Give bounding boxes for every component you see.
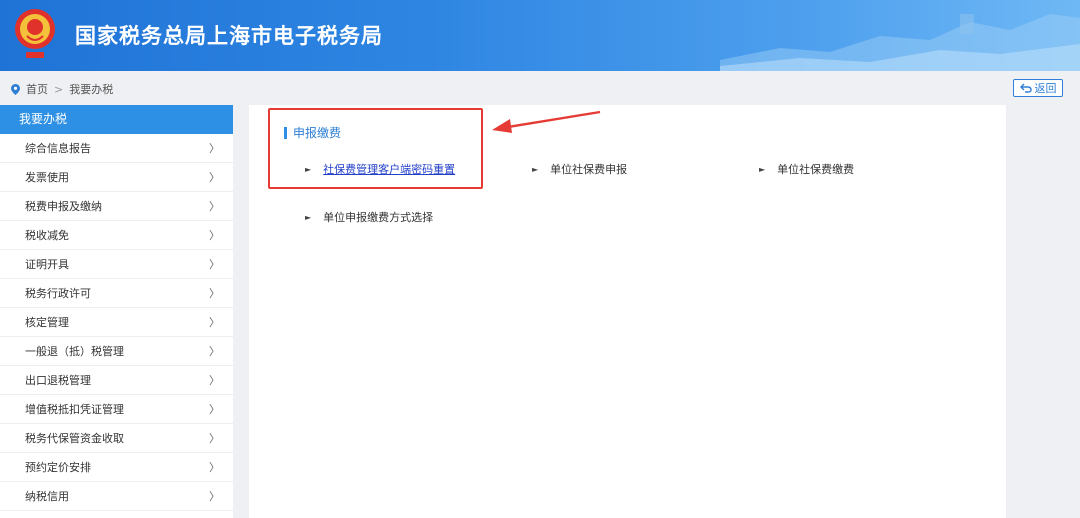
sidebar-item-assessment[interactable]: 核定管理 〉	[0, 308, 233, 337]
sidebar-item-label: 核定管理	[25, 316, 69, 329]
chevron-right-icon: 〉	[209, 316, 220, 329]
section-title: 申报缴费	[284, 124, 341, 141]
bullet-icon: ►	[532, 164, 539, 174]
section-title-bar	[284, 126, 287, 139]
sidebar-item-label: 税费申报及缴纳	[25, 200, 102, 213]
annotation-arrow-icon	[492, 110, 601, 133]
link-label: 社保费管理客户端密码重置	[323, 163, 456, 176]
return-arrow-icon	[1019, 83, 1032, 93]
breadcrumb-current: 我要办税	[69, 83, 114, 96]
national-emblem-icon	[15, 9, 55, 58]
sidebar-item-certificate[interactable]: 证明开具 〉	[0, 250, 233, 279]
link-label: 单位社保费申报	[550, 163, 628, 176]
location-pin-icon	[11, 83, 20, 95]
sidebar-item-tax-relief[interactable]: 税收减免 〉	[0, 221, 233, 250]
link-unit-social-security-payment[interactable]: ► 单位社保费缴费	[759, 161, 854, 177]
sidebar-item-label: 税收减免	[25, 229, 69, 242]
sidebar-item-comprehensive-info[interactable]: 综合信息报告 〉	[0, 134, 233, 163]
chevron-right-icon: 〉	[209, 461, 220, 474]
great-wall-decoration	[720, 14, 1080, 71]
bullet-icon: ►	[759, 164, 766, 174]
breadcrumb-home-link[interactable]: 首页	[26, 81, 48, 97]
link-unit-payment-method-selection[interactable]: ► 单位申报缴费方式选择	[305, 209, 433, 225]
chevron-right-icon: 〉	[209, 200, 220, 213]
breadcrumb: 首页 > 我要办税	[11, 81, 113, 97]
chevron-right-icon: 〉	[209, 142, 220, 155]
chevron-right-icon: 〉	[209, 258, 220, 271]
sidebar-item-tax-refund[interactable]: 一般退（抵）税管理 〉	[0, 337, 233, 366]
sidebar-item-label: 增值税抵扣凭证管理	[25, 403, 124, 416]
section-title-text: 申报缴费	[293, 126, 342, 140]
site-header: 国家税务总局上海市电子税务局	[0, 0, 1080, 71]
sidebar-header[interactable]: 我要办税	[0, 105, 233, 134]
link-unit-social-security-filing[interactable]: ► 单位社保费申报	[532, 161, 627, 177]
breadcrumb-bar: 首页 > 我要办税 返回	[0, 71, 1080, 105]
sidebar-item-custody-funds[interactable]: 税务代保管资金收取 〉	[0, 424, 233, 453]
sidebar-item-label: 税务代保管资金收取	[25, 432, 124, 445]
sidebar-item-vat-deduction[interactable]: 增值税抵扣凭证管理 〉	[0, 395, 233, 424]
sidebar-item-label: 预约定价安排	[25, 461, 91, 474]
chevron-right-icon: 〉	[209, 374, 220, 387]
sidebar-item-tax-filing[interactable]: 税费申报及缴纳 〉	[0, 192, 233, 221]
content-panel: 申报缴费 ► 社保费管理客户端密码重置 ► 单位社保费申报 ► 单位社保费缴费 …	[249, 105, 1006, 518]
chevron-right-icon: 〉	[209, 287, 220, 300]
link-label: 单位申报缴费方式选择	[323, 211, 434, 224]
sidebar-item-label: 一般退（抵）税管理	[25, 345, 124, 358]
chevron-right-icon: 〉	[209, 432, 220, 445]
sidebar-item-admin-license[interactable]: 税务行政许可 〉	[0, 279, 233, 308]
chevron-right-icon: 〉	[209, 403, 220, 416]
chevron-right-icon: 〉	[209, 171, 220, 184]
sidebar: 我要办税 综合信息报告〉 发票使用〉 税费申报及缴纳〉 税收减免〉 证明开具〉 …	[0, 105, 233, 518]
link-social-security-password-reset[interactable]: ► 社保费管理客户端密码重置	[305, 161, 455, 177]
sidebar-item-export-refund[interactable]: 出口退税管理 〉	[0, 366, 233, 395]
sidebar-item-label: 税务行政许可	[25, 287, 91, 300]
sidebar-item-label: 发票使用	[25, 171, 69, 184]
sidebar-item-label: 证明开具	[25, 258, 69, 271]
sidebar-item-label: 综合信息报告	[25, 142, 91, 155]
sidebar-item-invoice[interactable]: 发票使用 〉	[0, 163, 233, 192]
bullet-icon: ►	[305, 164, 312, 174]
breadcrumb-separator: >	[54, 82, 64, 96]
bullet-icon: ►	[305, 212, 312, 222]
link-label: 单位社保费缴费	[777, 163, 855, 176]
chevron-right-icon: 〉	[209, 490, 220, 503]
sidebar-item-label: 纳税信用	[25, 490, 69, 503]
site-title: 国家税务总局上海市电子税务局	[75, 24, 383, 48]
back-button-label: 返回	[1034, 82, 1057, 95]
sidebar-item-tax-credit[interactable]: 纳税信用 〉	[0, 482, 233, 511]
back-button[interactable]: 返回	[1013, 79, 1063, 97]
sidebar-item-advance-pricing[interactable]: 预约定价安排 〉	[0, 453, 233, 482]
sidebar-item-label: 出口退税管理	[25, 374, 91, 387]
chevron-right-icon: 〉	[209, 345, 220, 358]
chevron-right-icon: 〉	[209, 229, 220, 242]
